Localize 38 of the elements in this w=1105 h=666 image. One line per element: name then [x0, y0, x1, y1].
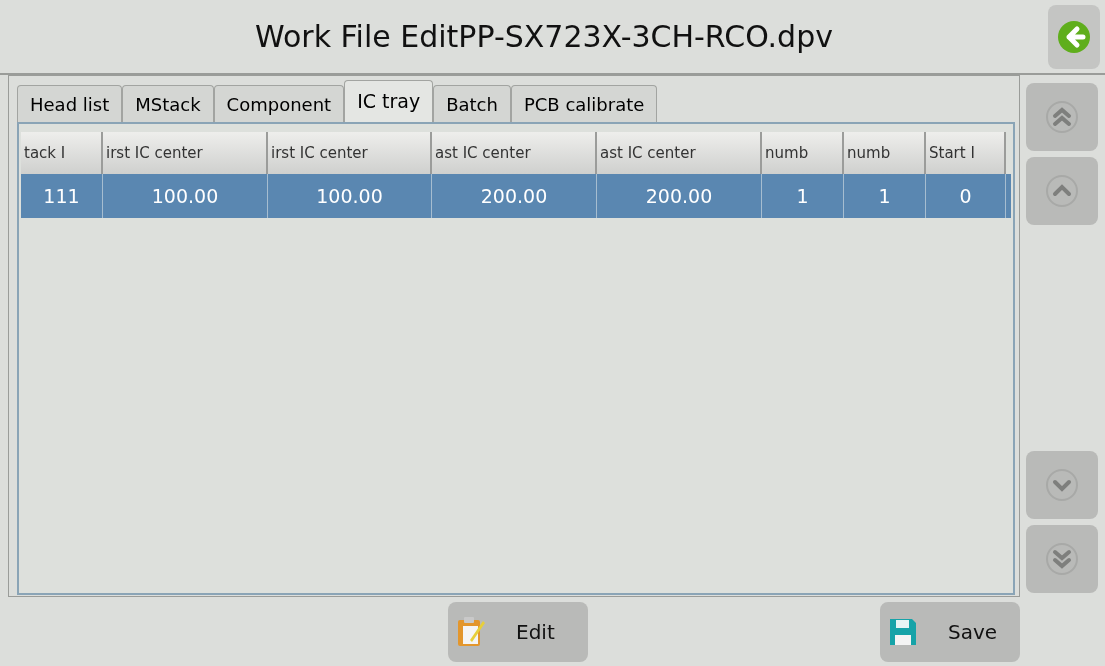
column-header: Start I — [926, 132, 1006, 174]
tab[interactable]: Head list — [17, 85, 123, 122]
clipboard-pencil-icon — [456, 615, 486, 648]
tab[interactable]: PCB calibrate — [510, 85, 658, 122]
table-cell: 200.00 — [432, 174, 597, 218]
double-chevron-up-icon — [1045, 100, 1079, 134]
table-cell: 111 — [21, 174, 103, 218]
scroll-top-button[interactable] — [1026, 83, 1098, 151]
column-header: numb — [844, 132, 926, 174]
tab[interactable]: IC tray — [344, 80, 434, 122]
table-cell: 1 — [844, 174, 926, 218]
table-cell: 0 — [926, 174, 1006, 218]
tab[interactable]: Component — [213, 85, 345, 122]
tab[interactable]: MStack — [122, 85, 214, 122]
table-row[interactable]: 111 100.00 100.00 200.00 200.00 1 1 0 — [21, 174, 1011, 218]
column-header: ast IC center — [432, 132, 597, 174]
save-button[interactable]: Save — [880, 601, 1020, 662]
edit-button[interactable]: Edit — [448, 601, 588, 662]
chevron-up-icon — [1045, 174, 1079, 208]
table-cell: 100.00 — [268, 174, 432, 218]
table-cell: 100.00 — [103, 174, 268, 218]
column-header: irst IC center — [103, 132, 268, 174]
scroll-down-button[interactable] — [1026, 451, 1098, 519]
column-header: tack I — [21, 132, 103, 174]
back-button[interactable] — [1048, 4, 1100, 69]
button-label: Save — [948, 618, 998, 646]
column-header: irst IC center — [268, 132, 432, 174]
window-title: Work File EditPP-SX723X-3CH-RCO.dpv — [255, 18, 833, 56]
chevron-down-icon — [1045, 468, 1079, 502]
tab[interactable]: Batch — [433, 85, 511, 122]
double-chevron-down-icon — [1045, 542, 1079, 576]
column-header: ast IC center — [597, 132, 762, 174]
table-cell: 200.00 — [597, 174, 762, 218]
scroll-up-button[interactable] — [1026, 157, 1098, 225]
column-header: numb — [762, 132, 844, 174]
table-cell: 1 — [762, 174, 844, 218]
scroll-bottom-button[interactable] — [1026, 525, 1098, 593]
button-label: Edit — [516, 618, 555, 646]
